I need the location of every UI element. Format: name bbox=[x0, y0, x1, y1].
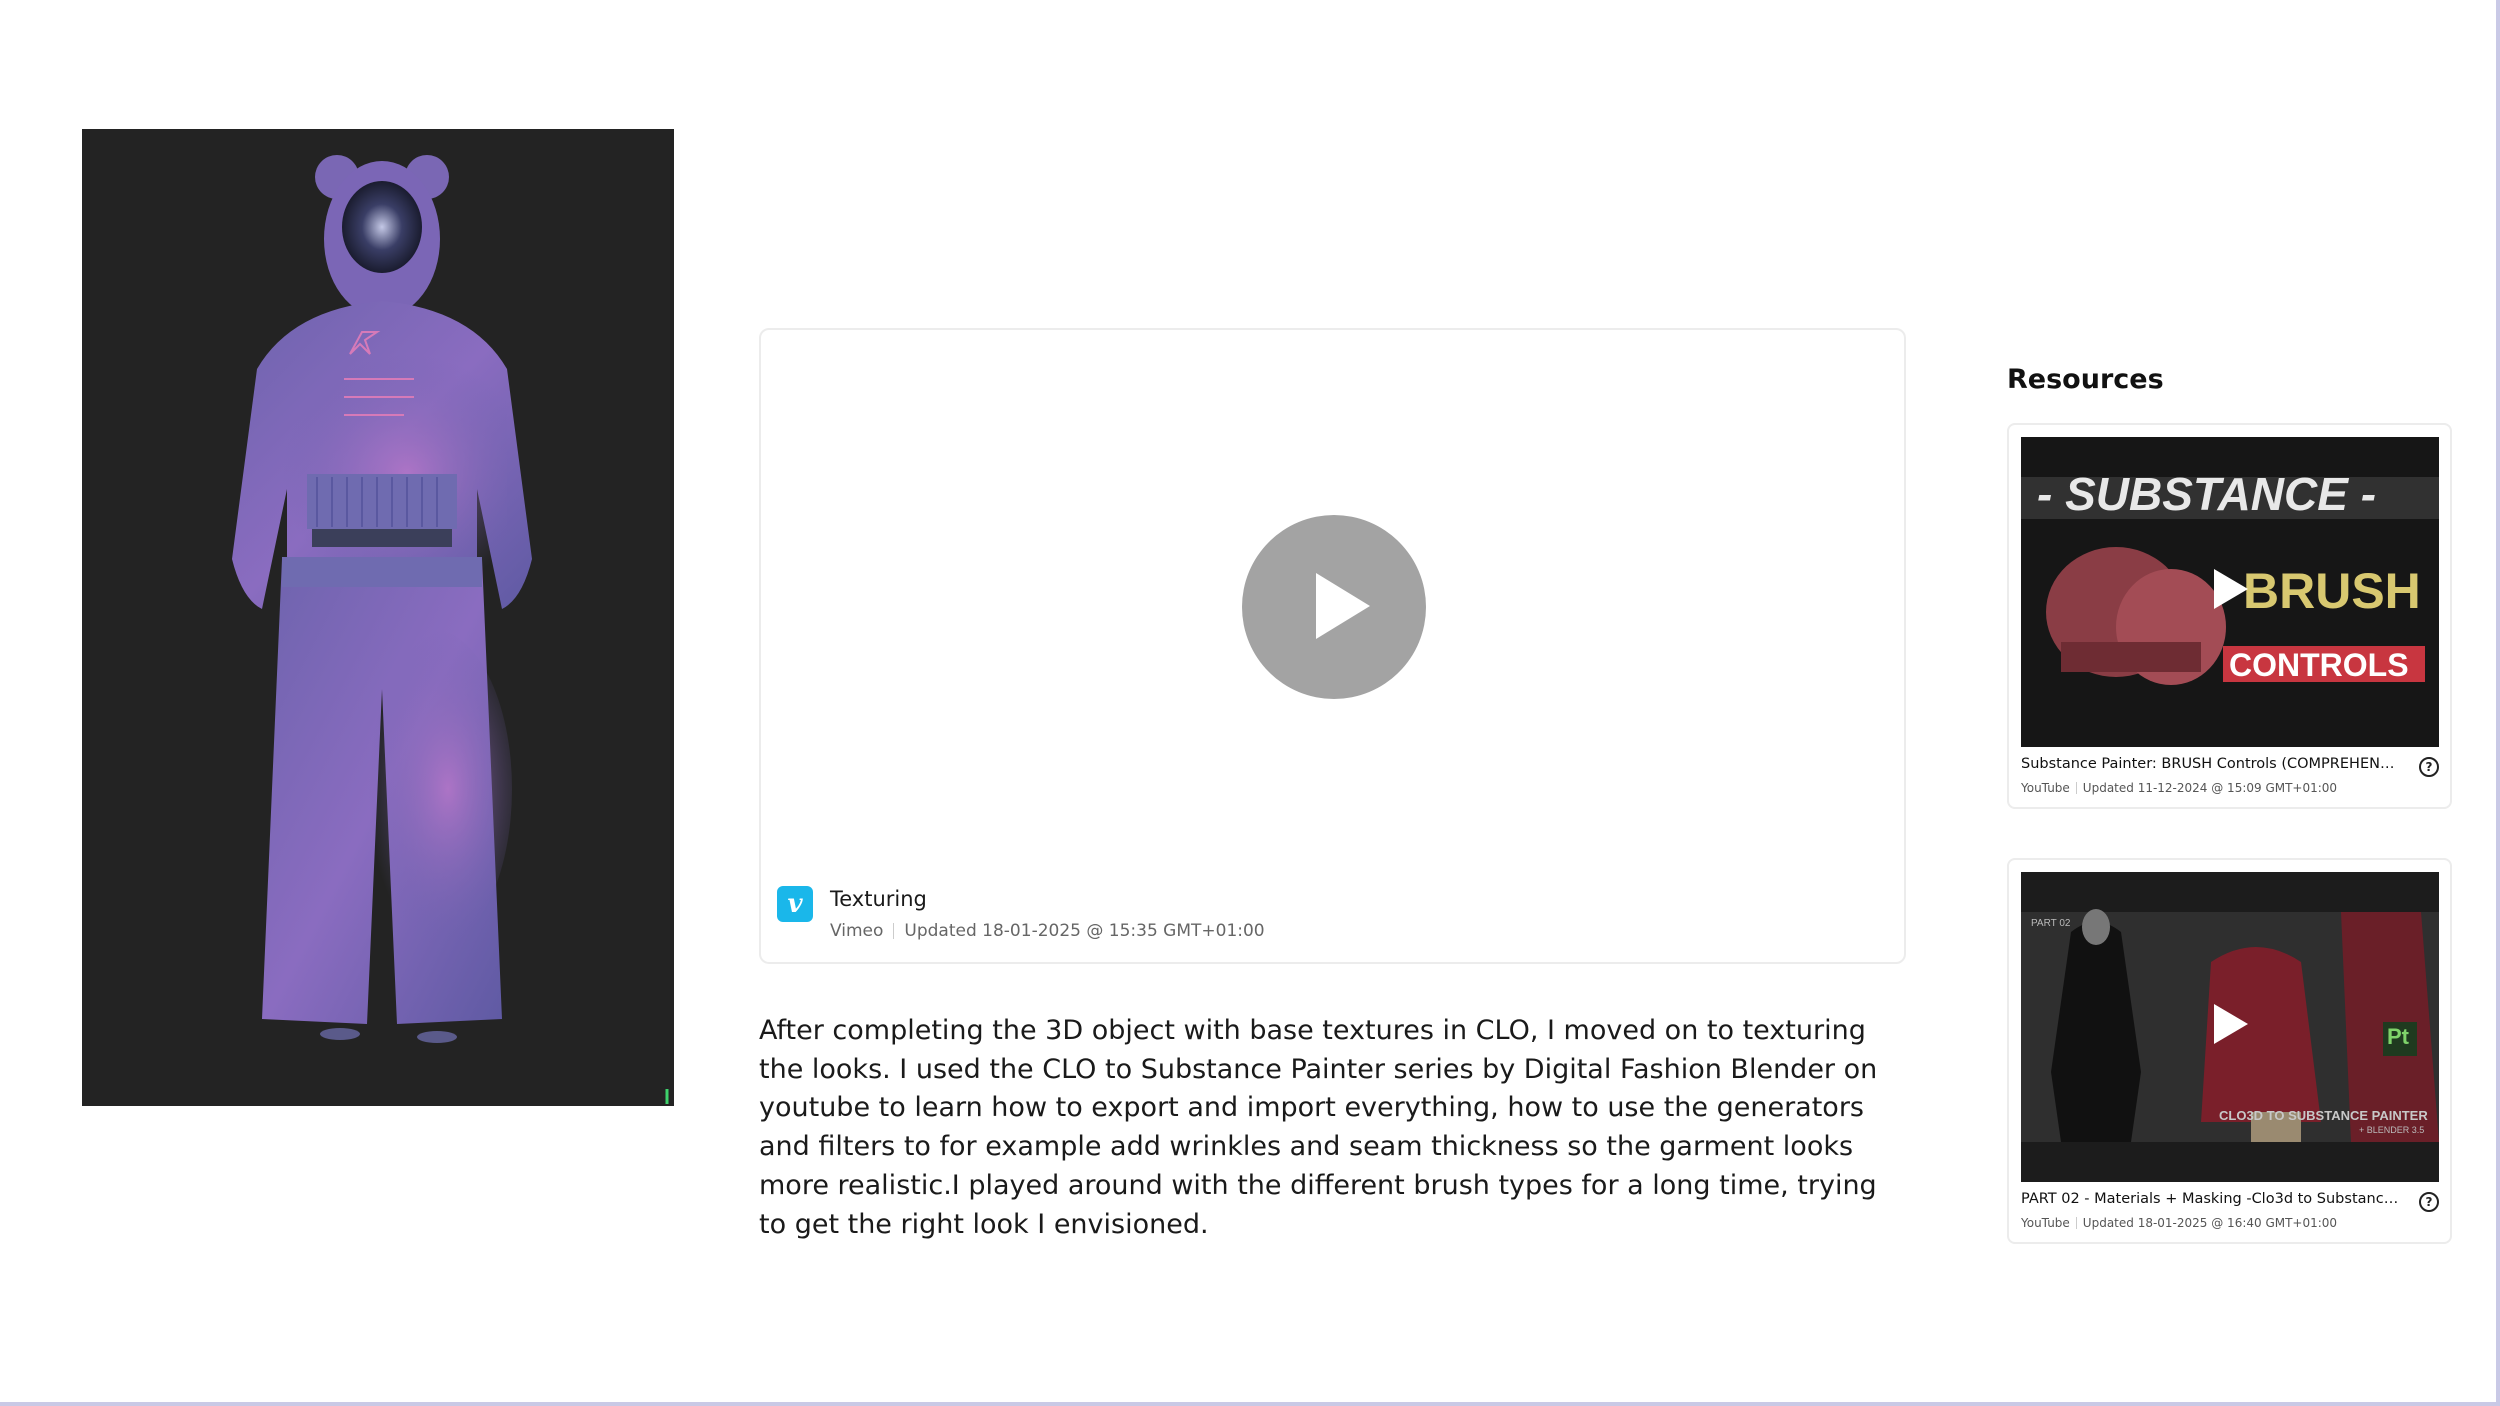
resource-thumbnail[interactable]: - SUBSTANCE - BRUSH CONTROLS bbox=[2021, 437, 2439, 747]
resource-play-icon[interactable] bbox=[2214, 1004, 2248, 1044]
garment-render-image bbox=[82, 129, 674, 1106]
resource-meta: YouTube Updated 18-01-2025 @ 16:40 GMT+0… bbox=[2021, 1216, 2337, 1230]
meta-divider bbox=[2075, 782, 2077, 794]
resource-card[interactable]: - SUBSTANCE - BRUSH CONTROLS Substance P… bbox=[2007, 423, 2452, 809]
meta-divider bbox=[2075, 1217, 2077, 1229]
resource-title[interactable]: PART 02 - Materials + Masking -Clo3d to … bbox=[2021, 1191, 2401, 1207]
resource-thumbnail[interactable]: PART 02 CLO3D TO SUBSTANCE PAINTER + BLE… bbox=[2021, 872, 2439, 1182]
video-source: Vimeo bbox=[830, 921, 884, 941]
video-play-button[interactable] bbox=[1242, 515, 1426, 699]
meta-divider bbox=[893, 923, 895, 939]
resource-play-icon[interactable] bbox=[2214, 569, 2248, 609]
resource-title[interactable]: Substance Painter: BRUSH Controls (COMPR… bbox=[2021, 756, 2401, 772]
resource-updated: Updated 11-12-2024 @ 15:09 GMT+01:00 bbox=[2082, 781, 2338, 795]
thumbnail-text-brush: BRUSH bbox=[2243, 563, 2421, 619]
description-paragraph: After completing the 3D object with base… bbox=[759, 1015, 1878, 1240]
window-right-edge bbox=[2496, 0, 2500, 1406]
resource-meta: YouTube Updated 11-12-2024 @ 15:09 GMT+0… bbox=[2021, 781, 2337, 795]
vimeo-logo-icon: v bbox=[777, 886, 813, 922]
resource-updated: Updated 18-01-2025 @ 16:40 GMT+01:00 bbox=[2082, 1216, 2338, 1230]
thumbnail-text-series: CLO3D TO SUBSTANCE PAINTER bbox=[2219, 1108, 2428, 1123]
thumbnail-text-blender: + BLENDER 3.5 bbox=[2359, 1125, 2425, 1135]
video-updated: Updated 18-01-2025 @ 15:35 GMT+01:00 bbox=[904, 921, 1265, 941]
help-icon[interactable]: ? bbox=[2419, 757, 2439, 777]
thumbnail-text-controls: CONTROLS bbox=[2229, 647, 2409, 683]
thumbnail-text-substance: - SUBSTANCE - bbox=[2037, 468, 2377, 520]
substance-painter-logo-icon: Pt bbox=[2387, 1024, 2409, 1049]
resource-source: YouTube bbox=[2021, 781, 2070, 795]
thumbnail-text-part: PART 02 bbox=[2031, 918, 2071, 929]
resource-card[interactable]: PART 02 CLO3D TO SUBSTANCE PAINTER + BLE… bbox=[2007, 858, 2452, 1244]
resources-heading: Resources bbox=[2007, 364, 2164, 395]
window-bottom-edge bbox=[0, 1402, 2500, 1406]
resource-source: YouTube bbox=[2021, 1216, 2070, 1230]
video-embed-card: v Texturing Vimeo Updated 18-01-2025 @ 1… bbox=[759, 328, 1906, 964]
video-meta: Vimeo Updated 18-01-2025 @ 15:35 GMT+01:… bbox=[830, 921, 1265, 941]
help-icon[interactable]: ? bbox=[2419, 1192, 2439, 1212]
video-title[interactable]: Texturing bbox=[830, 887, 927, 911]
